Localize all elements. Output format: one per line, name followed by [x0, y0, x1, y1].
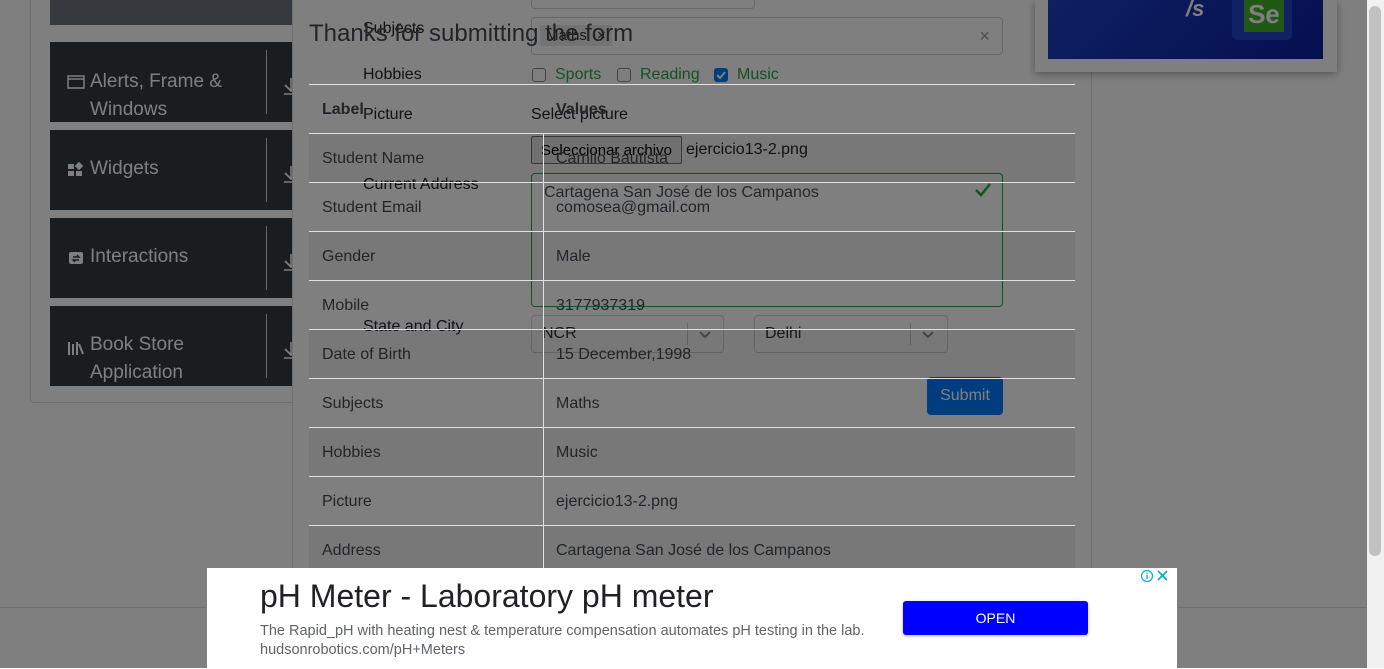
row-value: Male — [556, 248, 591, 265]
ad-title[interactable]: pH Meter - Laboratory pH meter — [260, 578, 714, 615]
table-row: Mobile 3177937319 — [309, 280, 1075, 329]
ad-description: The Rapid_pH with heating nest & tempera… — [260, 623, 865, 658]
ad-open-button[interactable]: OPEN — [903, 601, 1088, 635]
row-value: Cartagena San José de los Campanos — [556, 542, 831, 559]
row-label: Student Email — [322, 199, 422, 216]
row-value: 15 December,1998 — [556, 346, 692, 363]
header-label: Label — [322, 101, 364, 118]
row-label: Picture — [322, 493, 372, 510]
table-row: Hobbies Music — [309, 427, 1075, 476]
row-value: 3177937319 — [556, 297, 645, 314]
row-label: Student Name — [322, 150, 425, 167]
table-row: Student Name Camilo Bautista — [309, 133, 1075, 182]
row-label: Address — [322, 542, 381, 559]
modal-title: Thanks for submitting the form — [309, 20, 634, 47]
table-row: Subjects Maths — [309, 378, 1075, 427]
row-value: ejercicio13-2.png — [556, 493, 678, 510]
header-values: Values — [556, 101, 607, 118]
row-label: Hobbies — [322, 444, 381, 461]
row-label: Mobile — [322, 297, 370, 314]
table-header: Label Values — [309, 84, 1075, 133]
table-row: Address Cartagena San José de los Campan… — [309, 525, 1075, 574]
row-label: Gender — [322, 248, 376, 265]
row-label: Subjects — [322, 395, 384, 412]
table-row: Picture ejercicio13-2.png — [309, 476, 1075, 525]
row-label: Date of Birth — [322, 346, 411, 363]
row-value: Music — [556, 444, 598, 461]
table-row: Date of Birth 15 December,1998 — [309, 329, 1075, 378]
table-row: Student Email comosea@gmail.com — [309, 182, 1075, 231]
scrollbar-thumb[interactable] — [1369, 6, 1381, 556]
advertisement[interactable]: pH Meter - Laboratory pH meter The Rapid… — [207, 568, 1177, 668]
row-value: Camilo Bautista — [556, 150, 669, 167]
row-value: Maths — [556, 395, 600, 412]
ad-info-icon[interactable] — [1140, 569, 1169, 586]
table-row: Gender Male — [309, 231, 1075, 280]
row-value: comosea@gmail.com — [556, 199, 711, 216]
